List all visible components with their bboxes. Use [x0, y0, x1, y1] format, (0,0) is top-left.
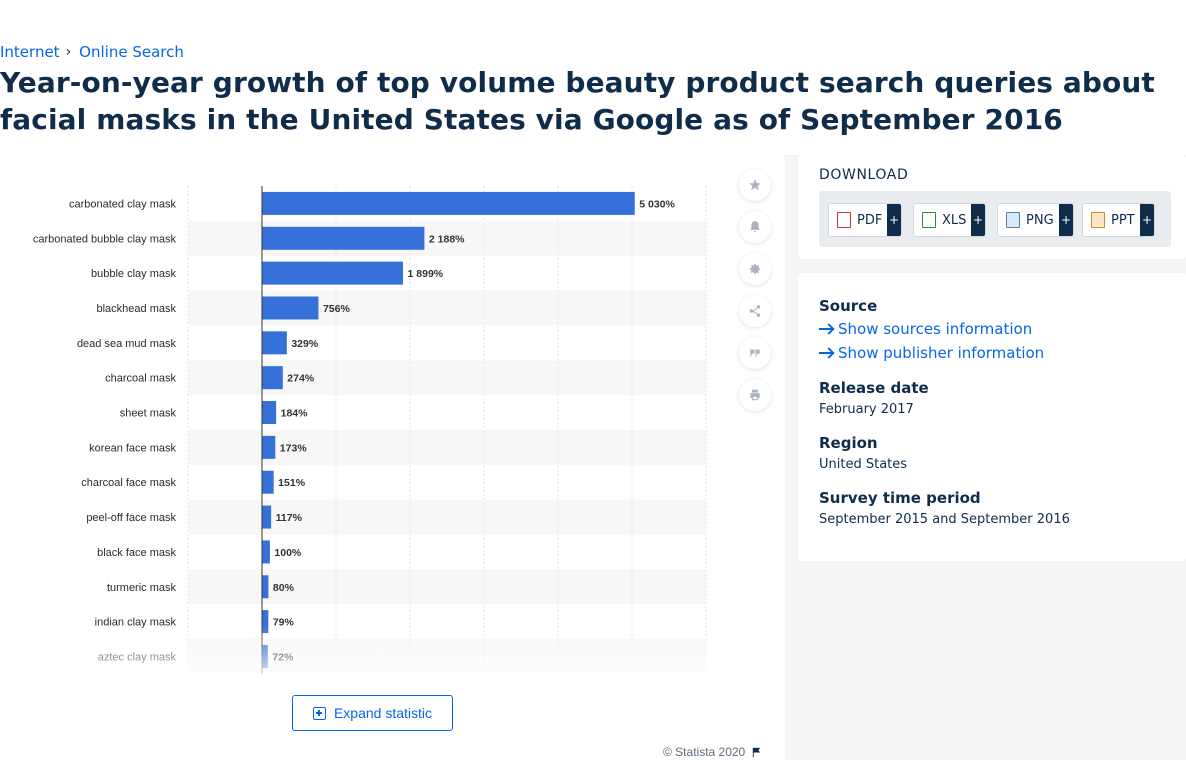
- category-label: peel-off face mask: [86, 512, 176, 524]
- category-label: black face mask: [97, 547, 176, 559]
- flag-icon[interactable]: [751, 747, 762, 758]
- settings-button[interactable]: [739, 253, 771, 285]
- expand-statistic-button[interactable]: Expand statistic: [292, 695, 453, 731]
- show-publisher-link[interactable]: Show publisher information: [819, 344, 1044, 362]
- region-value: United States: [819, 457, 908, 472]
- value-label: 117%: [276, 512, 303, 524]
- release-date-value: February 2017: [819, 402, 914, 417]
- cite-button[interactable]: [739, 337, 771, 369]
- chart-fade-overlay: [0, 625, 720, 681]
- star-icon: [749, 179, 761, 191]
- arrow-right-icon: [819, 348, 833, 358]
- bar[interactable]: [262, 505, 272, 529]
- expand-icon: [312, 706, 326, 720]
- bar[interactable]: [262, 296, 319, 320]
- download-title: DOWNLOAD: [819, 167, 909, 183]
- download-png-button[interactable]: PNG +: [997, 203, 1074, 237]
- value-label: 100%: [274, 547, 302, 559]
- expand-statistic-label: Expand statistic: [333, 705, 433, 721]
- category-label: charcoal face mask: [81, 477, 176, 489]
- value-label: 173%: [280, 442, 308, 454]
- page-title: Year-on-year growth of top volume beauty…: [0, 66, 1155, 136]
- download-pdf-label: PDF: [857, 212, 883, 228]
- category-label: dead sea mud mask: [77, 338, 177, 350]
- show-publisher-label: Show publisher information: [838, 344, 1045, 362]
- pdf-file-icon: [837, 212, 851, 228]
- bar[interactable]: [262, 470, 274, 494]
- bar[interactable]: [262, 261, 404, 285]
- bell-icon: [750, 221, 760, 233]
- notification-button[interactable]: [739, 211, 771, 243]
- copyright: © Statista 2020: [663, 745, 762, 759]
- category-label: carbonated clay mask: [69, 198, 176, 210]
- bar[interactable]: [262, 435, 276, 459]
- info-card: Source Show sources information Show pub…: [798, 273, 1186, 561]
- print-button[interactable]: [739, 379, 771, 411]
- value-label: 5 030%: [639, 198, 675, 210]
- region-heading: Region: [819, 434, 878, 452]
- survey-period-heading: Survey time period: [819, 489, 981, 507]
- show-sources-link[interactable]: Show sources information: [819, 320, 1032, 338]
- bar[interactable]: [262, 575, 269, 599]
- value-label: 274%: [287, 373, 315, 385]
- bar[interactable]: [262, 331, 287, 355]
- png-file-icon: [1006, 212, 1020, 228]
- download-png-label: PNG: [1026, 212, 1054, 228]
- download-ppt-button[interactable]: PPT +: [1082, 203, 1155, 237]
- release-date-heading: Release date: [819, 379, 929, 397]
- survey-period-value: September 2015 and September 2016: [819, 512, 1070, 527]
- gear-icon: [749, 263, 761, 275]
- download-xls-label: XLS: [942, 212, 967, 228]
- favorite-button[interactable]: [739, 169, 771, 201]
- category-label: carbonated bubble clay mask: [33, 233, 177, 245]
- chart-toolbar: [739, 169, 771, 411]
- printer-icon: [750, 389, 760, 401]
- download-xls-button[interactable]: XLS +: [913, 203, 986, 237]
- bar[interactable]: [262, 366, 283, 390]
- xls-file-icon: [922, 212, 936, 228]
- bar[interactable]: [262, 540, 270, 564]
- breadcrumb-separator-icon: ›: [65, 44, 72, 60]
- value-label: 80%: [273, 582, 295, 594]
- category-label: turmeric mask: [107, 582, 177, 594]
- bar[interactable]: [262, 401, 277, 425]
- source-heading: Source: [819, 297, 878, 315]
- value-label: 151%: [278, 477, 306, 489]
- breadcrumb-internet[interactable]: Internet: [0, 43, 60, 61]
- category-label: charcoal mask: [105, 373, 176, 385]
- show-sources-label: Show sources information: [838, 320, 1033, 338]
- download-bar: PDF + XLS + PNG + PPT +: [819, 191, 1171, 247]
- value-label: 2 188%: [429, 233, 465, 245]
- share-button[interactable]: [739, 295, 771, 327]
- arrow-right-icon: [819, 324, 833, 334]
- breadcrumb-online-search[interactable]: Online Search: [79, 43, 184, 61]
- chart-card: carbonated clay mask 5 030% carbonated bub…: [0, 155, 785, 760]
- bar[interactable]: [262, 226, 425, 250]
- breadcrumb: Internet › Online Search: [0, 43, 184, 61]
- value-label: 184%: [281, 408, 309, 420]
- download-ppt-label: PPT: [1111, 212, 1135, 228]
- bar-chart: carbonated clay mask 5 030% carbonated bub…: [0, 186, 720, 681]
- value-label: 329%: [291, 338, 319, 350]
- ppt-file-icon: [1091, 212, 1105, 228]
- plus-icon: +: [1059, 204, 1073, 236]
- category-label: bubble clay mask: [91, 268, 176, 280]
- category-label: blackhead mask: [97, 303, 177, 315]
- download-card: DOWNLOAD PDF + XLS + PNG + PPT +: [798, 155, 1186, 259]
- share-icon: [749, 305, 761, 317]
- plus-icon: +: [887, 204, 901, 236]
- quote-icon: [749, 349, 760, 357]
- plus-icon: +: [1140, 204, 1154, 236]
- plus-icon: +: [971, 204, 985, 236]
- category-label: korean face mask: [89, 442, 176, 454]
- bar[interactable]: [262, 191, 635, 215]
- value-label: 756%: [323, 303, 351, 315]
- download-pdf-button[interactable]: PDF +: [828, 203, 902, 237]
- copyright-text: © Statista 2020: [663, 745, 746, 759]
- category-label: sheet mask: [120, 408, 177, 420]
- value-label: 1 899%: [408, 268, 444, 280]
